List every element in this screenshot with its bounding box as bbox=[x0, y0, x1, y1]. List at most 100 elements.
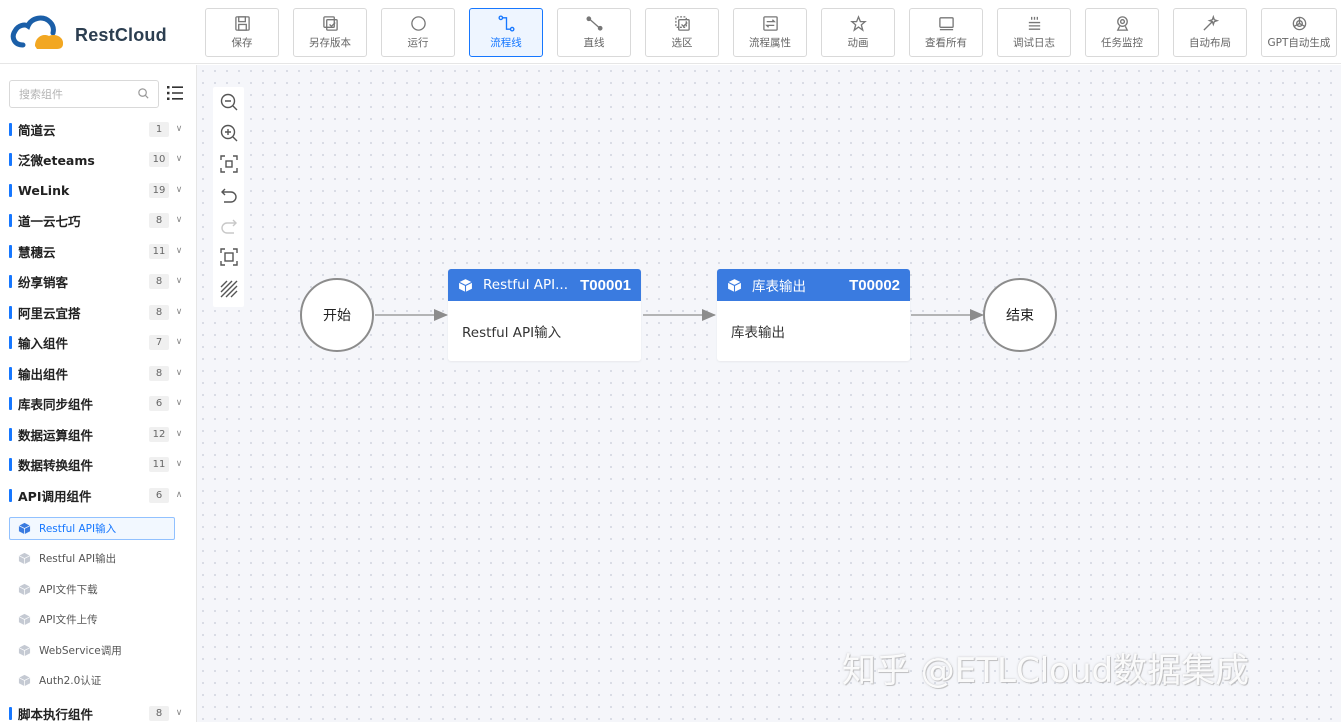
zoom-in-icon bbox=[220, 124, 238, 142]
straight-line-button[interactable]: 直线 bbox=[557, 8, 631, 57]
component-auth2-auth[interactable]: Auth2.0认证 bbox=[9, 669, 175, 692]
component-api-file-download[interactable]: API文件下载 bbox=[9, 578, 175, 601]
chevron-down-icon[interactable]: ∨ bbox=[169, 398, 189, 408]
task-node-header: 库表输出 T00002 bbox=[717, 269, 910, 301]
auto-layout-button[interactable]: 自动布局 bbox=[1173, 8, 1247, 57]
component-api-file-upload[interactable]: API文件上传 bbox=[9, 608, 175, 631]
category-script-exec[interactable]: 脚本执行组件 8 ∨ bbox=[9, 698, 189, 722]
category-jiandaoyun[interactable]: 简道云 1 ∨ bbox=[9, 114, 189, 144]
chevron-down-icon[interactable]: ∨ bbox=[169, 276, 189, 286]
view-all-icon bbox=[938, 17, 954, 31]
flow-canvas[interactable]: 开始 Restful API... T00001 Restful API输入 库… bbox=[197, 65, 1341, 722]
category-name: 数据运算组件 bbox=[18, 427, 94, 443]
cube-icon bbox=[18, 674, 31, 687]
select-area-icon bbox=[674, 16, 690, 31]
category-name: 道一云七巧 bbox=[18, 213, 81, 229]
category-daoyiyun[interactable]: 道一云七巧 8 ∨ bbox=[9, 205, 189, 235]
category-count: 11 bbox=[149, 456, 169, 472]
task-node-t00001[interactable]: Restful API... T00001 Restful API输入 bbox=[448, 269, 641, 361]
canvas-toolbar bbox=[213, 87, 244, 307]
category-name: 输出组件 bbox=[18, 366, 69, 382]
gpt-generate-button[interactable]: GPT自动生成 bbox=[1261, 8, 1337, 57]
debug-log-icon bbox=[1028, 16, 1040, 30]
category-name: 脚本执行组件 bbox=[18, 706, 94, 722]
cube-icon bbox=[18, 522, 31, 535]
chevron-down-icon[interactable]: ∨ bbox=[169, 246, 189, 256]
animation-button[interactable]: 动画 bbox=[821, 8, 895, 57]
save-version-button[interactable]: 另存版本 bbox=[293, 8, 367, 57]
category-name: 库表同步组件 bbox=[18, 396, 94, 412]
top-toolbar: RestCloud 保存 另存版本 运行 流程线 直线 选区 流程属性 动画 查… bbox=[0, 0, 1341, 64]
zoom-out-icon bbox=[220, 93, 238, 111]
category-name: WeLink bbox=[18, 182, 70, 198]
chevron-down-icon[interactable]: ∨ bbox=[169, 215, 189, 225]
category-count: 8 bbox=[149, 304, 169, 320]
chevron-up-icon[interactable]: ∧ bbox=[169, 490, 189, 500]
search-icon[interactable] bbox=[137, 87, 150, 100]
zoom-in-button[interactable] bbox=[219, 123, 239, 143]
component-restful-api-output[interactable]: Restful API输出 bbox=[9, 547, 175, 570]
chevron-down-icon[interactable]: ∨ bbox=[169, 185, 189, 195]
category-name: 慧穗云 bbox=[18, 244, 56, 260]
zoom-out-button[interactable] bbox=[219, 92, 239, 112]
category-name: 简道云 bbox=[18, 122, 56, 138]
chevron-down-icon[interactable]: ∨ bbox=[169, 124, 189, 134]
category-fenxiang[interactable]: 纷享销客 8 ∨ bbox=[9, 266, 189, 296]
debug-log-button[interactable]: 调试日志 bbox=[997, 8, 1071, 57]
straight-line-icon bbox=[585, 16, 603, 31]
chevron-down-icon[interactable]: ∨ bbox=[169, 368, 189, 378]
select-area-button[interactable]: 选区 bbox=[645, 8, 719, 57]
save-icon bbox=[234, 16, 250, 31]
grid-toggle-button[interactable] bbox=[219, 279, 239, 299]
category-huisuiyun[interactable]: 慧穗云 11 ∨ bbox=[9, 236, 189, 266]
fit-view-button[interactable] bbox=[219, 154, 239, 174]
category-count: 7 bbox=[149, 334, 169, 350]
task-node-t00002[interactable]: 库表输出 T00002 库表输出 bbox=[717, 269, 910, 361]
save-version-icon bbox=[322, 16, 338, 31]
component-restful-api-input[interactable]: Restful API输入 bbox=[9, 517, 175, 540]
category-count: 6 bbox=[149, 487, 169, 503]
cube-icon bbox=[458, 278, 473, 292]
category-data-compute[interactable]: 数据运算组件 12 ∨ bbox=[9, 419, 189, 449]
end-node[interactable]: 结束 bbox=[983, 278, 1057, 352]
category-table-sync[interactable]: 库表同步组件 6 ∨ bbox=[9, 388, 189, 418]
save-button[interactable]: 保存 bbox=[205, 8, 279, 57]
list-view-icon[interactable] bbox=[166, 84, 184, 102]
chevron-down-icon[interactable]: ∨ bbox=[169, 459, 189, 469]
undo-button[interactable] bbox=[219, 185, 239, 205]
flow-properties-button[interactable]: 流程属性 bbox=[733, 8, 807, 57]
undo-icon bbox=[221, 188, 237, 203]
flow-line-button[interactable]: 流程线 bbox=[469, 8, 543, 57]
chevron-down-icon[interactable]: ∨ bbox=[169, 708, 189, 718]
category-api-call[interactable]: API调用组件 6 ∧ bbox=[9, 480, 189, 510]
flow-edges bbox=[375, 309, 984, 321]
category-name: 纷享销客 bbox=[18, 274, 69, 290]
component-webservice-call[interactable]: WebService调用 bbox=[9, 639, 175, 662]
category-yida[interactable]: 阿里云宜搭 8 ∨ bbox=[9, 297, 189, 327]
category-name: 泛微eteams bbox=[18, 152, 95, 168]
category-name: API调用组件 bbox=[18, 488, 92, 504]
chevron-down-icon[interactable]: ∨ bbox=[169, 337, 189, 347]
component-search bbox=[9, 80, 159, 108]
brand-name: RestCloud bbox=[75, 25, 167, 45]
category-output[interactable]: 输出组件 8 ∨ bbox=[9, 358, 189, 388]
chevron-down-icon[interactable]: ∨ bbox=[169, 154, 189, 164]
chevron-down-icon[interactable]: ∨ bbox=[169, 307, 189, 317]
view-all-button[interactable]: 查看所有 bbox=[909, 8, 983, 57]
search-input[interactable] bbox=[10, 81, 130, 107]
category-data-transform[interactable]: 数据转换组件 11 ∨ bbox=[9, 449, 189, 479]
category-count: 8 bbox=[149, 212, 169, 228]
fullscreen-icon bbox=[220, 248, 238, 266]
start-node[interactable]: 开始 bbox=[300, 278, 374, 352]
category-eteams[interactable]: 泛微eteams 10 ∨ bbox=[9, 144, 189, 174]
fullscreen-button[interactable] bbox=[219, 247, 239, 267]
category-count: 8 bbox=[149, 705, 169, 721]
chevron-down-icon[interactable]: ∨ bbox=[169, 429, 189, 439]
restcloud-logo: RestCloud bbox=[9, 12, 169, 54]
run-button[interactable]: 运行 bbox=[381, 8, 455, 57]
redo-button[interactable] bbox=[219, 216, 239, 236]
task-monitor-button[interactable]: 任务监控 bbox=[1085, 8, 1159, 57]
category-input[interactable]: 输入组件 7 ∨ bbox=[9, 327, 189, 357]
cube-icon bbox=[18, 613, 31, 626]
category-welink[interactable]: WeLink 19 ∨ bbox=[9, 175, 189, 205]
